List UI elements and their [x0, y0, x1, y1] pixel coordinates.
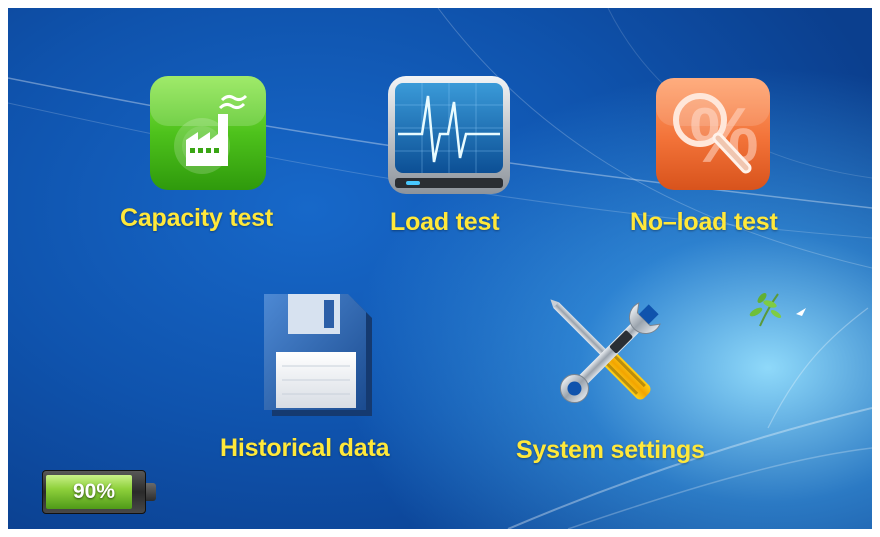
- historical-data-app[interactable]: Historical data: [218, 290, 418, 468]
- battery-level-text: 90%: [72, 480, 116, 503]
- heartbeat-monitor-icon: [388, 76, 510, 194]
- no-load-test-app[interactable]: % No–load test: [628, 70, 818, 240]
- system-settings-label: System settings: [516, 436, 705, 464]
- magnifier-percent-icon: %: [656, 78, 770, 190]
- load-test-app[interactable]: Load test: [378, 70, 528, 240]
- factory-icon: [150, 76, 266, 190]
- historical-data-label: Historical data: [220, 434, 390, 462]
- no-load-test-label: No–load test: [630, 208, 778, 236]
- home-screen: Capacity test Load test % No–load test H…: [8, 8, 872, 529]
- load-test-label: Load test: [390, 208, 500, 236]
- floppy-disk-icon: [264, 294, 372, 416]
- battery-body: 90%: [42, 470, 146, 514]
- battery-indicator: 90%: [42, 470, 158, 514]
- system-settings-app[interactable]: System settings: [508, 290, 738, 468]
- wrench-screwdriver-icon: [550, 299, 661, 404]
- capacity-test-label: Capacity test: [120, 204, 274, 232]
- battery-cap: [146, 483, 156, 501]
- plant-decoration: [749, 293, 806, 327]
- capacity-test-app[interactable]: Capacity test: [118, 70, 308, 240]
